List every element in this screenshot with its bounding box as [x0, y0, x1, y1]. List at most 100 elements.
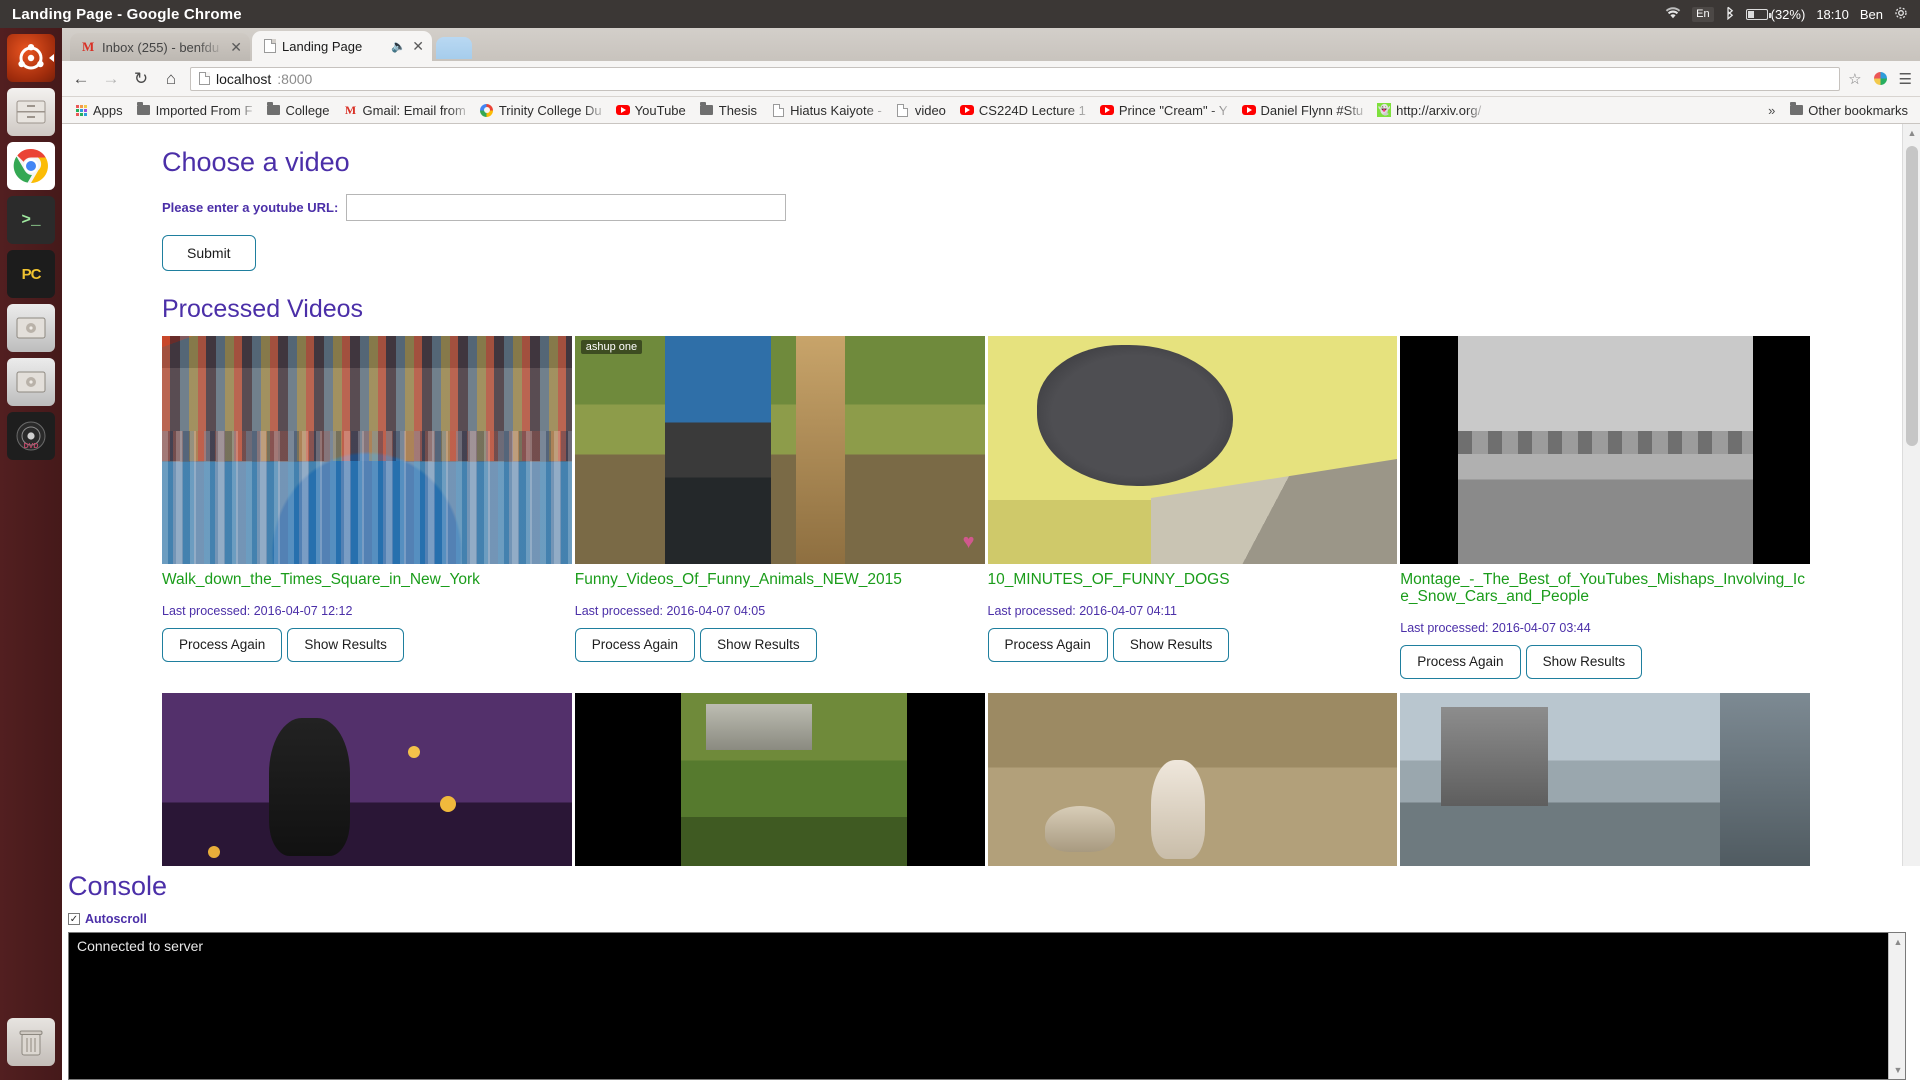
scrollbar-thumb[interactable] — [1906, 146, 1918, 446]
clock[interactable]: 18:10 — [1816, 7, 1849, 22]
other-bookmarks-button[interactable]: Other bookmarks — [1783, 101, 1914, 120]
process-again-button[interactable]: Process Again — [987, 628, 1108, 662]
video-thumbnail[interactable]: FAILARMY — [1400, 692, 1810, 870]
bookmark-label: http://arxiv.org/ — [1396, 102, 1482, 118]
launcher-item-terminal[interactable]: >_ — [7, 196, 55, 244]
chrome-logo-icon — [13, 148, 48, 183]
address-bar[interactable]: localhost:8000 — [190, 66, 1841, 91]
console-log-box[interactable]: Connected to server ▲ ▼ — [68, 932, 1906, 1080]
launcher-item-files[interactable] — [7, 88, 55, 136]
video-thumbnail[interactable]: 2M — [987, 335, 1398, 564]
chrome-menu-icon[interactable]: ☰ — [1899, 70, 1912, 88]
processed-videos-grid: Walk_down_the_Times_Square_in_New_York L… — [162, 335, 1810, 679]
autoscroll-checkbox[interactable]: ✓ — [68, 913, 80, 925]
show-results-button[interactable]: Show Results — [1525, 645, 1643, 679]
video-last-processed: Last processed: 2016-04-07 04:11 — [987, 604, 1177, 619]
video-title[interactable]: Montage_-_The_Best_of_YouTubes_Mishaps_I… — [1400, 571, 1810, 606]
scroll-up-icon[interactable]: ▲ — [1889, 933, 1905, 951]
forward-arrow-icon[interactable]: → — [100, 68, 122, 90]
terminal-prompt-icon: >_ — [21, 211, 41, 229]
video-card: Montage_-_The_Best_of_YouTubes_Mishaps_I… — [1400, 335, 1810, 679]
show-results-button[interactable]: Show Results — [287, 628, 404, 662]
launcher-item-disk-2[interactable] — [7, 358, 55, 406]
wifi-icon[interactable] — [1665, 6, 1681, 22]
bluetooth-icon[interactable] — [1725, 6, 1735, 23]
launcher-item-pycharm[interactable]: PC — [7, 250, 55, 298]
tab-inbox[interactable]: M Inbox (255) - benfdu ✕ — [70, 33, 250, 61]
youtube-url-input[interactable] — [346, 193, 787, 221]
bookmark-video[interactable]: video — [890, 101, 952, 120]
bookmark-daniel-flynn[interactable]: Daniel Flynn #Stu — [1236, 101, 1370, 120]
bookmark-label: YouTube — [634, 102, 686, 118]
bookmark-label: Thesis — [718, 102, 758, 118]
bookmark-label: Imported From F — [155, 102, 253, 118]
video-last-processed: Last processed: 2016-04-07 03:44 — [1400, 621, 1591, 636]
star-icon[interactable]: ☆ — [1848, 70, 1861, 88]
page-info-icon[interactable] — [199, 72, 210, 85]
back-arrow-icon[interactable]: ← — [70, 68, 92, 90]
bookmarks-overflow-chevron[interactable]: » — [1762, 103, 1781, 118]
close-icon[interactable]: ✕ — [230, 40, 242, 54]
gear-icon[interactable] — [1894, 6, 1908, 23]
console-section: Console ✓ Autoscroll Connected to server… — [62, 866, 1920, 1080]
bookmark-thesis[interactable]: Thesis — [694, 101, 763, 120]
show-results-button[interactable]: Show Results — [700, 628, 817, 662]
launcher-item-disk-1[interactable] — [7, 304, 55, 352]
scroll-up-icon[interactable]: ▲ — [1903, 124, 1920, 142]
home-icon[interactable]: ⌂ — [160, 68, 182, 90]
bookmark-label: Hiatus Kaiyote - — [790, 102, 882, 118]
url-field-label: Please enter a youtube URL: — [162, 199, 339, 215]
processed-videos-grid-row2: FAILARMY — [162, 692, 1810, 870]
video-title[interactable]: Funny_Videos_Of_Funny_Animals_NEW_2015 — [575, 571, 985, 588]
video-last-processed: Last processed: 2016-04-07 12:12 — [162, 604, 353, 619]
user-menu[interactable]: Ben — [1860, 7, 1883, 22]
bookmark-cs224d-lecture[interactable]: CS224D Lecture 1 — [954, 101, 1092, 120]
bookmark-college[interactable]: College — [260, 101, 335, 120]
youtube-icon — [615, 103, 630, 117]
video-thumbnail[interactable] — [162, 335, 572, 564]
process-again-button[interactable]: Process Again — [162, 628, 283, 662]
video-thumbnail[interactable] — [574, 692, 985, 870]
tab-landing-page[interactable]: Landing Page 🔈 ✕ — [252, 31, 432, 61]
show-results-button[interactable]: Show Results — [1112, 628, 1230, 662]
extension-icon[interactable] — [1871, 70, 1889, 87]
youtube-icon — [959, 103, 974, 117]
new-tab-button[interactable] — [436, 37, 472, 59]
bookmark-prince-cream[interactable]: Prince "Cream" - Y — [1094, 101, 1234, 120]
file-cabinet-icon — [16, 100, 46, 124]
bookmark-youtube[interactable]: YouTube — [610, 101, 692, 120]
bookmark-label: CS224D Lecture 1 — [978, 102, 1086, 118]
youtube-icon — [1099, 103, 1114, 117]
video-title[interactable]: Walk_down_the_Times_Square_in_New_York — [162, 571, 572, 588]
video-title[interactable]: 10_MINUTES_OF_FUNNY_DOGS — [988, 571, 1398, 588]
launcher-item-dvd-drive[interactable]: DVD — [7, 412, 55, 460]
video-thumbnail[interactable] — [987, 692, 1398, 870]
close-icon[interactable]: ✕ — [412, 39, 424, 53]
dvd-disc-icon: DVD — [16, 421, 46, 451]
bookmark-apps[interactable]: Apps — [68, 101, 129, 120]
video-thumbnail[interactable] — [1400, 335, 1810, 564]
speaker-icon[interactable]: 🔈 — [391, 39, 406, 53]
launcher-item-chrome[interactable] — [7, 142, 55, 190]
keyboard-layout-indicator[interactable]: En — [1692, 6, 1714, 22]
launcher-item-trash[interactable] — [7, 1018, 55, 1066]
bookmark-arxiv[interactable]: 👻 http://arxiv.org/ — [1371, 101, 1487, 120]
pycharm-label: PC — [21, 265, 42, 283]
video-card: 2M 10_MINUTES_OF_FUNNY_DOGS Last process… — [987, 335, 1398, 679]
reload-icon[interactable]: ↻ — [130, 68, 152, 90]
bookmark-gmail[interactable]: M Gmail: Email from — [338, 101, 472, 120]
video-thumbnail[interactable]: ashup one ♥ — [574, 335, 985, 564]
scroll-down-icon[interactable]: ▼ — [1889, 1061, 1905, 1079]
console-scrollbar[interactable]: ▲ ▼ — [1888, 933, 1905, 1079]
video-thumbnail[interactable] — [162, 692, 572, 870]
process-again-button[interactable]: Process Again — [1400, 645, 1521, 679]
submit-button[interactable]: Submit — [162, 234, 256, 271]
bookmark-trinity-college[interactable]: Trinity College Du — [474, 101, 608, 120]
bookmark-imported-from[interactable]: Imported From F — [131, 101, 259, 120]
unity-top-panel: Landing Page - Google Chrome En (32%) 18… — [0, 0, 1920, 28]
battery-indicator[interactable]: (32%) — [1745, 7, 1805, 22]
bookmark-hiatus-kaiyote[interactable]: Hiatus Kaiyote - — [765, 101, 888, 120]
bookmark-label: Gmail: Email from — [362, 102, 466, 118]
launcher-item-ubuntu-dash[interactable] — [7, 34, 55, 82]
process-again-button[interactable]: Process Again — [574, 628, 696, 662]
